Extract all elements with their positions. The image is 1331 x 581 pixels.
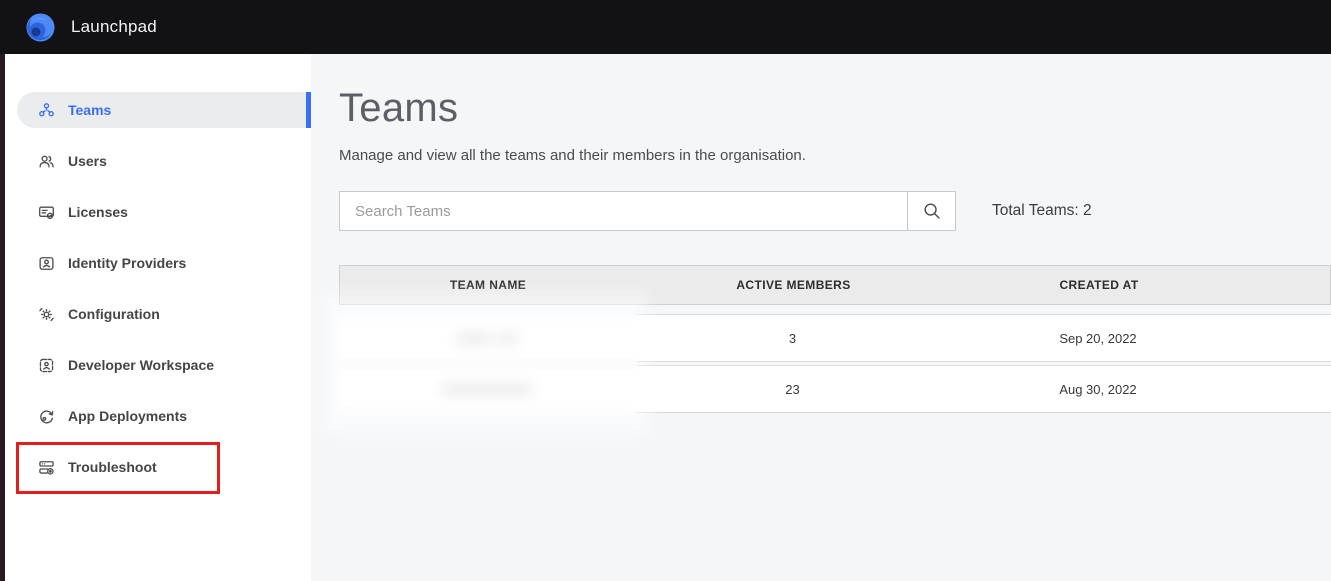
- table-body: 3 Sep 20, 2022 23 Aug 30, 2022: [339, 314, 1331, 413]
- sidebar-item-troubleshoot[interactable]: Troubleshoot: [5, 449, 311, 485]
- sidebar-item-licenses[interactable]: Licenses: [5, 194, 311, 230]
- sidebar-item-label: Identity Providers: [68, 255, 186, 271]
- redacted-text-blob: [456, 333, 492, 344]
- troubleshoot-icon: [38, 459, 55, 476]
- table-row[interactable]: 3 Sep 20, 2022: [339, 314, 1331, 362]
- topbar: Launchpad: [0, 0, 1331, 54]
- active-members-cell: 3: [635, 331, 950, 346]
- left-edge-strip: [0, 0, 5, 581]
- app-deployments-icon: [38, 408, 55, 425]
- sidebar-item-developer-workspace[interactable]: Developer Workspace: [5, 347, 311, 383]
- sidebar-item-users[interactable]: Users: [5, 143, 311, 179]
- created-at-cell: Sep 20, 2022: [950, 331, 1246, 346]
- column-header-created-at: CREATED AT: [951, 278, 1247, 292]
- redacted-text-blob: [441, 384, 533, 395]
- column-header-active-members: ACTIVE MEMBERS: [636, 278, 951, 292]
- licenses-icon: [38, 204, 55, 221]
- sidebar-item-label: Teams: [68, 102, 111, 118]
- search-control: [339, 191, 956, 231]
- launchpad-wave-logo-icon: [25, 12, 56, 43]
- search-input[interactable]: [339, 191, 907, 231]
- page-subtitle: Manage and view all the teams and their …: [339, 147, 1331, 164]
- identity-providers-icon: [38, 255, 55, 272]
- sidebar-item-label: Configuration: [68, 306, 160, 322]
- teams-table: TEAM NAME ACTIVE MEMBERS CREATED AT 3 Se…: [339, 265, 1331, 413]
- main-content: Teams Manage and view all the teams and …: [311, 54, 1331, 581]
- sidebar-item-label: Users: [68, 153, 107, 169]
- sidebar-item-teams[interactable]: Teams: [17, 92, 311, 128]
- configuration-icon: [38, 306, 55, 323]
- sidebar-item-identity-providers[interactable]: Identity Providers: [5, 245, 311, 281]
- search-icon: [922, 201, 942, 221]
- sidebar-item-label: App Deployments: [68, 408, 187, 424]
- teams-icon: [38, 102, 55, 119]
- sidebar-item-label: Developer Workspace: [68, 357, 214, 373]
- developer-workspace-icon: [38, 357, 55, 374]
- table-row[interactable]: 23 Aug 30, 2022: [339, 365, 1331, 413]
- column-header-team-name: TEAM NAME: [340, 278, 636, 292]
- team-name-cell-redacted: [339, 333, 635, 344]
- team-name-cell-redacted: [339, 384, 635, 395]
- sidebar-item-label: Troubleshoot: [68, 459, 157, 475]
- search-row: Total Teams: 2: [339, 191, 1331, 231]
- sidebar-item-label: Licenses: [68, 204, 128, 220]
- search-button[interactable]: [907, 191, 956, 231]
- redacted-text-blob: [498, 333, 518, 344]
- sidebar: Teams Users Licenses: [5, 54, 311, 581]
- table-header-row: TEAM NAME ACTIVE MEMBERS CREATED AT: [339, 265, 1331, 305]
- active-members-cell: 23: [635, 382, 950, 397]
- sidebar-item-configuration[interactable]: Configuration: [5, 296, 311, 332]
- total-teams-count: Total Teams: 2: [992, 202, 1092, 220]
- sidebar-item-app-deployments[interactable]: App Deployments: [5, 398, 311, 434]
- users-icon: [38, 153, 55, 170]
- app-title: Launchpad: [71, 17, 157, 37]
- created-at-cell: Aug 30, 2022: [950, 382, 1246, 397]
- page-title: Teams: [339, 86, 1331, 131]
